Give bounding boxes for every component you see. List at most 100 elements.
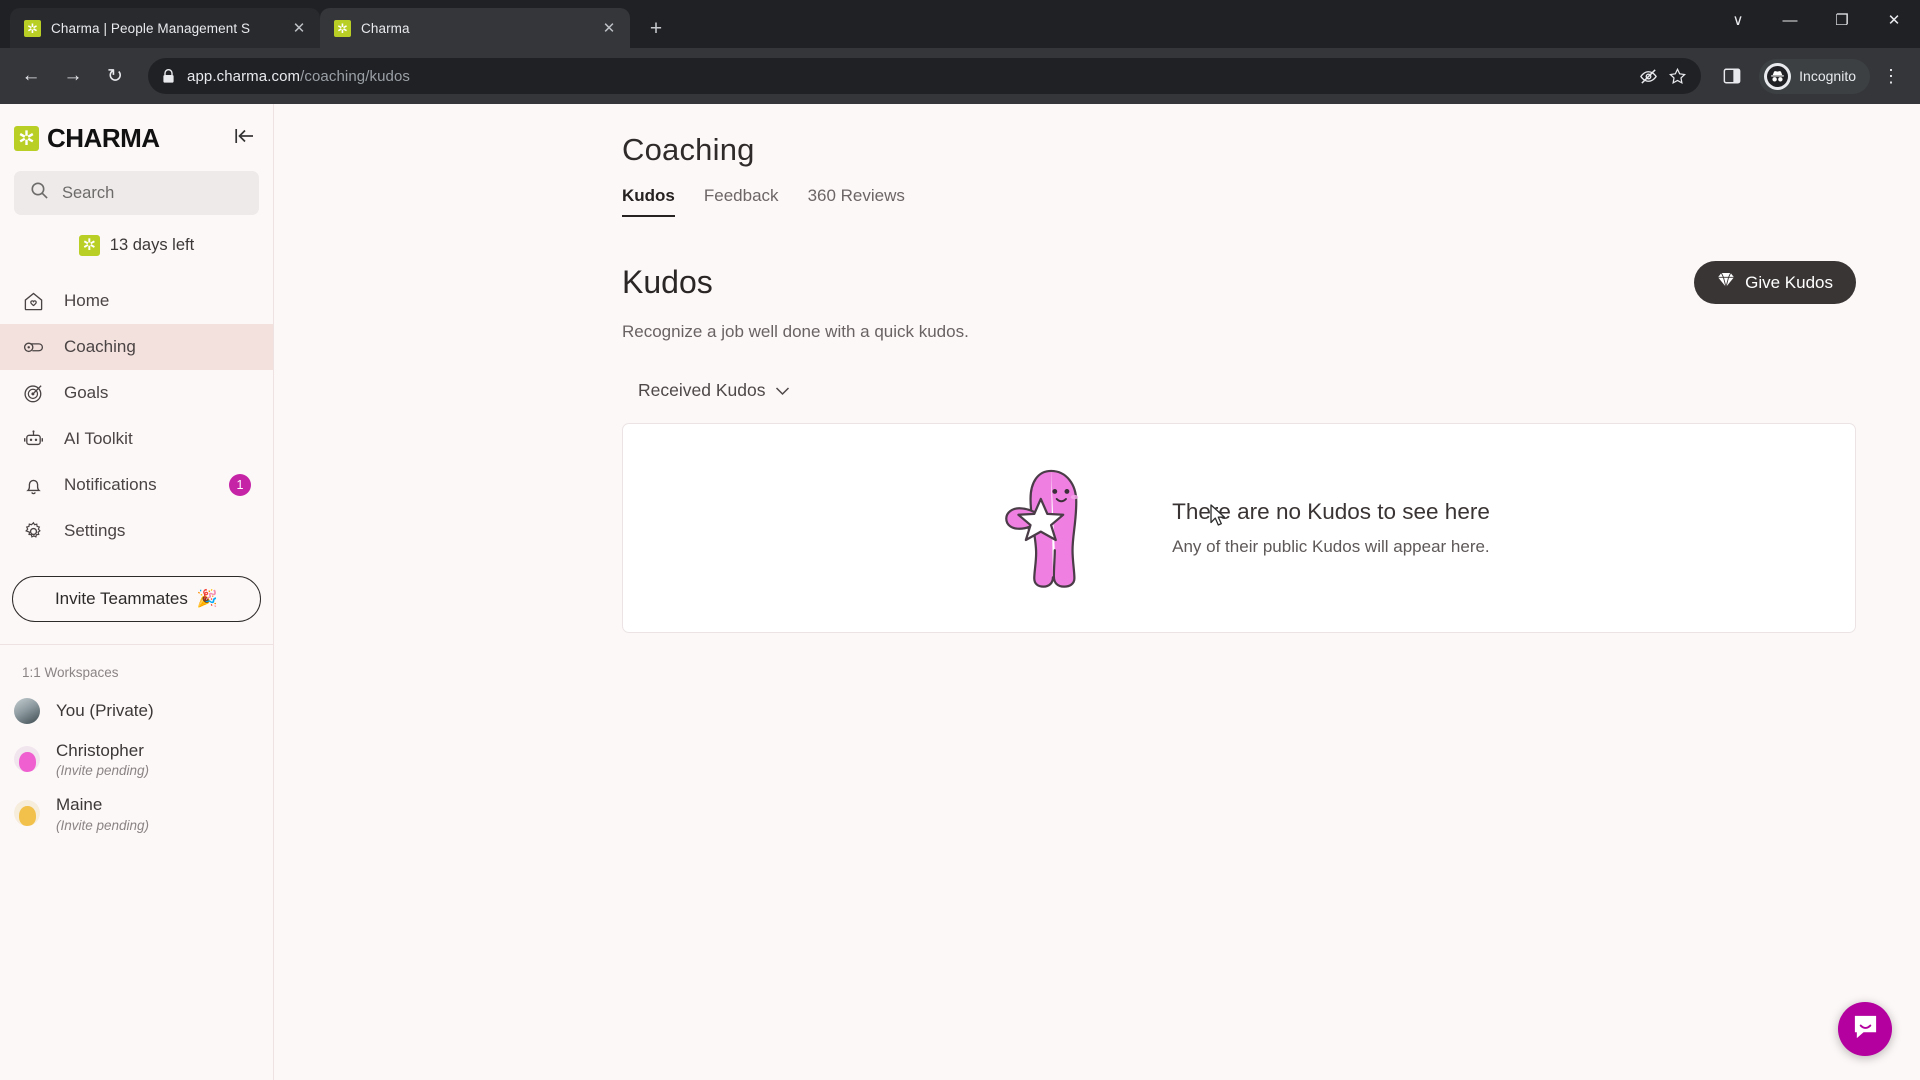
brand-name: CHARMA	[47, 123, 160, 153]
mouse-cursor	[1210, 504, 1227, 533]
incognito-icon	[1764, 62, 1792, 90]
workspace-name: You (Private)	[56, 701, 154, 721]
search-input[interactable]: Search	[14, 171, 259, 215]
forward-icon[interactable]: →	[54, 57, 92, 95]
app-body: ✲ CHARMA Search ✲ 13 days left Home Coac…	[0, 104, 1920, 1080]
sidebar-item-coaching[interactable]: Coaching	[0, 324, 273, 370]
gem-icon	[1717, 272, 1735, 293]
omnibox-actions	[1639, 67, 1687, 86]
trial-banner[interactable]: ✲ 13 days left	[0, 215, 273, 272]
give-kudos-button[interactable]: Give Kudos	[1694, 261, 1856, 304]
invite-teammates-button[interactable]: Invite Teammates 🎉	[12, 576, 261, 622]
party-popper-icon: 🎉	[196, 589, 219, 608]
workspace-item-maine[interactable]: Maine (Invite pending)	[0, 786, 273, 840]
workspace-status: (Invite pending)	[56, 817, 150, 833]
lock-icon	[162, 68, 175, 84]
charma-star-icon: ✲	[14, 126, 39, 151]
close-icon[interactable]: ✕	[598, 19, 620, 37]
reload-icon[interactable]: ↻	[96, 57, 134, 95]
tab-kudos[interactable]: Kudos	[622, 186, 675, 217]
back-icon[interactable]: ←	[12, 57, 50, 95]
give-kudos-label: Give Kudos	[1745, 272, 1833, 292]
side-panel-icon[interactable]	[1715, 67, 1749, 85]
chevron-down-icon	[775, 380, 790, 401]
empty-state-subtitle: Any of their public Kudos will appear he…	[1172, 537, 1490, 556]
gear-icon	[22, 520, 44, 542]
workspace-name: Maine	[56, 795, 103, 815]
sidebar-item-settings[interactable]: Settings	[0, 508, 273, 554]
minimize-icon[interactable]: —	[1764, 0, 1816, 40]
home-heart-icon	[22, 290, 44, 312]
avatar	[14, 698, 40, 724]
filter-label: Received Kudos	[638, 380, 766, 400]
section-subtitle: Recognize a job well done with a quick k…	[622, 322, 969, 341]
workspace-item-you[interactable]: You (Private)	[0, 690, 273, 732]
search-icon	[30, 181, 49, 205]
sidebar: ✲ CHARMA Search ✲ 13 days left Home Coac…	[0, 104, 274, 1080]
maximize-icon[interactable]: ❐	[1816, 0, 1868, 40]
bell-icon	[22, 474, 44, 496]
section-header: Kudos Give Kudos	[274, 217, 1920, 304]
intercom-chat-icon	[1852, 1013, 1879, 1045]
close-window-icon[interactable]: ✕	[1868, 0, 1920, 40]
collapse-sidebar-icon[interactable]	[235, 128, 255, 149]
avatar	[14, 746, 40, 773]
browser-toolbar: ← → ↻ app.charma.com/coaching/kudos Inco…	[0, 48, 1920, 104]
charma-star-icon: ✲	[78, 235, 100, 256]
url-path: /coaching/kudos	[300, 67, 411, 85]
sidebar-item-notifications[interactable]: Notifications 1	[0, 462, 273, 508]
main-content: Coaching Kudos Feedback 360 Reviews Kudo…	[274, 104, 1920, 1080]
sidebar-item-label: AI Toolkit	[64, 429, 133, 448]
browser-tab-strip: ✲ Charma | People Management S ✕ ✲ Charm…	[0, 0, 1920, 48]
profile-label: Incognito	[1799, 68, 1856, 84]
target-icon	[22, 382, 44, 404]
content-tabs: Kudos Feedback 360 Reviews	[274, 168, 1920, 217]
workspace-name: Christopher	[56, 741, 144, 760]
kudos-empty-card: There are no Kudos to see here Any of th…	[622, 423, 1856, 633]
new-tab-button[interactable]: +	[642, 17, 670, 41]
browser-window: ✲ Charma | People Management S ✕ ✲ Charm…	[0, 0, 1920, 1080]
invite-teammates-label: Invite Teammates	[54, 589, 188, 608]
window-controls: ∨ — ❐ ✕	[1712, 0, 1920, 40]
charma-star-icon: ✲	[334, 19, 351, 37]
robot-icon	[22, 428, 44, 450]
profile-button[interactable]: Incognito	[1759, 58, 1870, 94]
tab-360-reviews[interactable]: 360 Reviews	[808, 186, 905, 217]
page-title: Coaching	[622, 132, 755, 167]
search-placeholder: Search	[62, 183, 115, 202]
intercom-chat-button[interactable]	[1838, 1002, 1892, 1056]
invite-section: Invite Teammates 🎉	[0, 554, 273, 645]
url-host: app.charma.com	[187, 67, 301, 85]
tab-feedback[interactable]: Feedback	[704, 186, 779, 217]
url-text: app.charma.com/coaching/kudos	[187, 68, 410, 85]
pink-blob-holding-star-illustration	[988, 456, 1116, 601]
avatar	[14, 800, 40, 827]
address-bar[interactable]: app.charma.com/coaching/kudos	[148, 58, 1702, 94]
whistle-icon	[22, 336, 44, 358]
close-icon[interactable]: ✕	[288, 19, 310, 37]
section-title: Kudos	[622, 264, 713, 300]
sidebar-item-label: Settings	[64, 521, 126, 540]
sidebar-nav: Home Coaching Goals AI Toolkit Notificat…	[0, 272, 273, 554]
workspace-item-christopher[interactable]: Christopher (Invite pending)	[0, 732, 273, 786]
eye-slash-icon[interactable]	[1639, 67, 1658, 86]
sidebar-item-ai-toolkit[interactable]: AI Toolkit	[0, 416, 273, 462]
browser-tab-2[interactable]: ✲ Charma ✕	[320, 8, 630, 48]
workspace-status: (Invite pending)	[56, 763, 150, 779]
sidebar-item-label: Home	[64, 291, 110, 310]
kebab-menu-icon[interactable]: ⋮	[1874, 66, 1908, 87]
received-kudos-dropdown[interactable]: Received Kudos	[274, 342, 1920, 401]
sidebar-item-goals[interactable]: Goals	[0, 370, 273, 416]
tab-search-icon[interactable]: ∨	[1712, 0, 1764, 40]
tab-title: Charma | People Management S	[51, 20, 251, 36]
bookmark-star-icon[interactable]	[1668, 67, 1687, 86]
trial-days-left: 13 days left	[109, 236, 195, 254]
sidebar-item-label: Coaching	[64, 337, 136, 356]
tab-title: Charma	[361, 20, 410, 36]
notifications-badge: 1	[229, 474, 251, 496]
browser-tab-1[interactable]: ✲ Charma | People Management S ✕	[10, 8, 320, 48]
workspaces-heading: 1:1 Workspaces	[22, 665, 119, 680]
charma-star-icon: ✲	[24, 19, 41, 37]
sidebar-item-home[interactable]: Home	[0, 278, 273, 324]
brand-row[interactable]: ✲ CHARMA	[0, 104, 273, 154]
